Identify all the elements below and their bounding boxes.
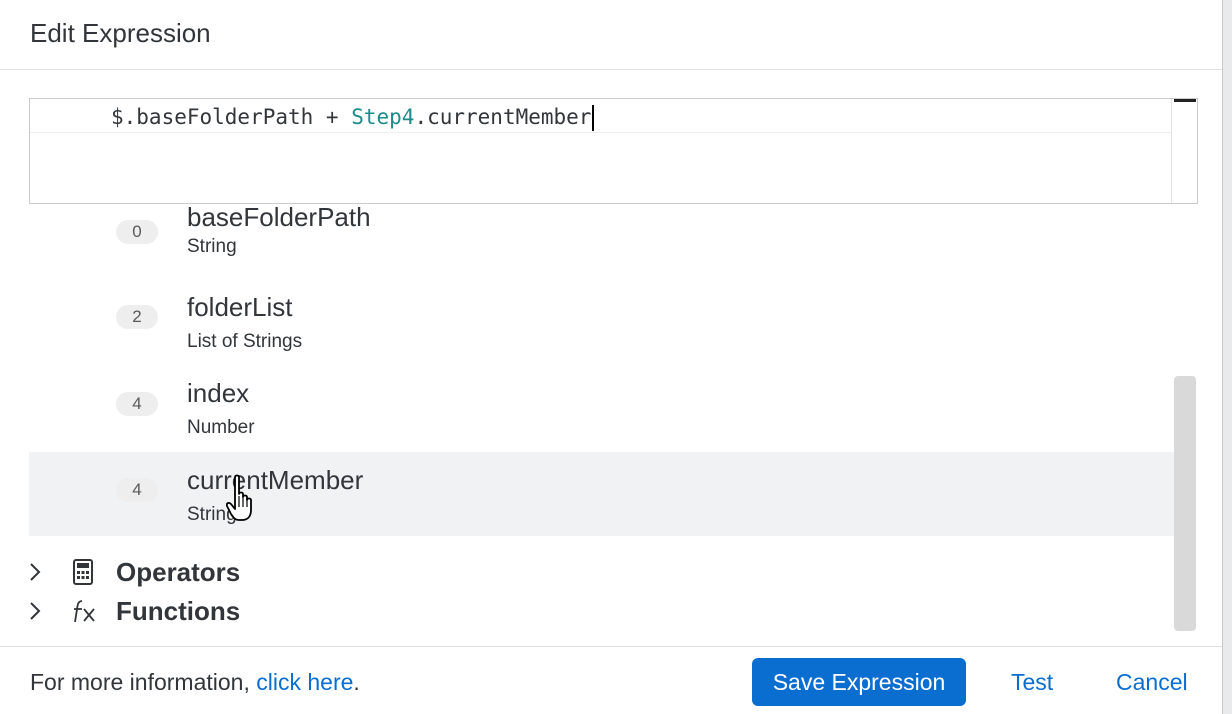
tree-functions[interactable]: Functions xyxy=(24,594,524,628)
variable-list: 0 baseFolderPath String 2 folderList Lis… xyxy=(29,206,1174,541)
list-item-hovered[interactable]: 4 currentMember String xyxy=(29,452,1174,536)
list-item[interactable]: 2 folderList List of Strings xyxy=(29,280,1174,364)
list-item[interactable]: 0 baseFolderPath String xyxy=(29,206,1174,258)
variable-type: Number xyxy=(187,417,255,438)
info-text-end: . xyxy=(353,669,360,695)
editor-scrollbar[interactable] xyxy=(1171,99,1197,203)
step-badge: 4 xyxy=(116,478,158,502)
save-expression-button[interactable]: Save Expression xyxy=(752,658,966,706)
expression-code[interactable]: $.baseFolderPath + Step4.currentMember xyxy=(111,105,595,131)
editor-line-divider xyxy=(30,132,1172,133)
step-badge: 2 xyxy=(116,305,158,329)
chevron-right-icon[interactable] xyxy=(24,600,46,622)
variable-type: String xyxy=(187,236,237,257)
variable-type: List of Strings xyxy=(187,331,303,352)
code-step-token: Step4 xyxy=(351,105,415,129)
info-text: For more information, click here. xyxy=(30,669,360,696)
cancel-button[interactable]: Cancel xyxy=(1116,658,1188,706)
click-here-link[interactable]: click here xyxy=(256,669,353,695)
variable-name: index xyxy=(187,378,250,408)
text-caret xyxy=(592,105,595,131)
window-edge xyxy=(1222,0,1232,714)
test-button[interactable]: Test xyxy=(1011,658,1053,706)
variable-name: baseFolderPath xyxy=(187,206,371,232)
tree-operators[interactable]: Operators xyxy=(24,555,524,589)
code-prefix: $.baseFolderPath + xyxy=(111,105,352,129)
dialog-title: Edit Expression xyxy=(30,18,211,48)
edit-expression-dialog: Edit Expression $.baseFolderPath + Step4… xyxy=(0,0,1222,714)
calculator-icon xyxy=(73,559,93,585)
chevron-right-icon[interactable] xyxy=(24,561,46,583)
dialog-header: Edit Expression xyxy=(0,0,1222,70)
expression-editor[interactable]: $.baseFolderPath + Step4.currentMember xyxy=(29,98,1198,204)
tree-functions-label: Functions xyxy=(116,596,241,626)
editor-scrollbar-thumb[interactable] xyxy=(1174,99,1196,102)
list-item[interactable]: 4 index Number xyxy=(29,366,1174,450)
code-suffix: .currentMember xyxy=(414,105,592,129)
function-fx-icon xyxy=(74,600,95,623)
tree-operators-label: Operators xyxy=(116,557,241,587)
list-scrollbar-thumb[interactable] xyxy=(1174,376,1196,631)
info-text-prefix: For more information, xyxy=(30,669,257,695)
variable-name: currentMember xyxy=(187,465,364,495)
hand-pointer-cursor-icon xyxy=(226,474,252,521)
step-badge: 4 xyxy=(116,392,158,416)
variable-name: folderList xyxy=(187,292,293,322)
dialog-footer: For more information, click here. Save E… xyxy=(0,646,1222,714)
step-badge: 0 xyxy=(116,220,158,244)
